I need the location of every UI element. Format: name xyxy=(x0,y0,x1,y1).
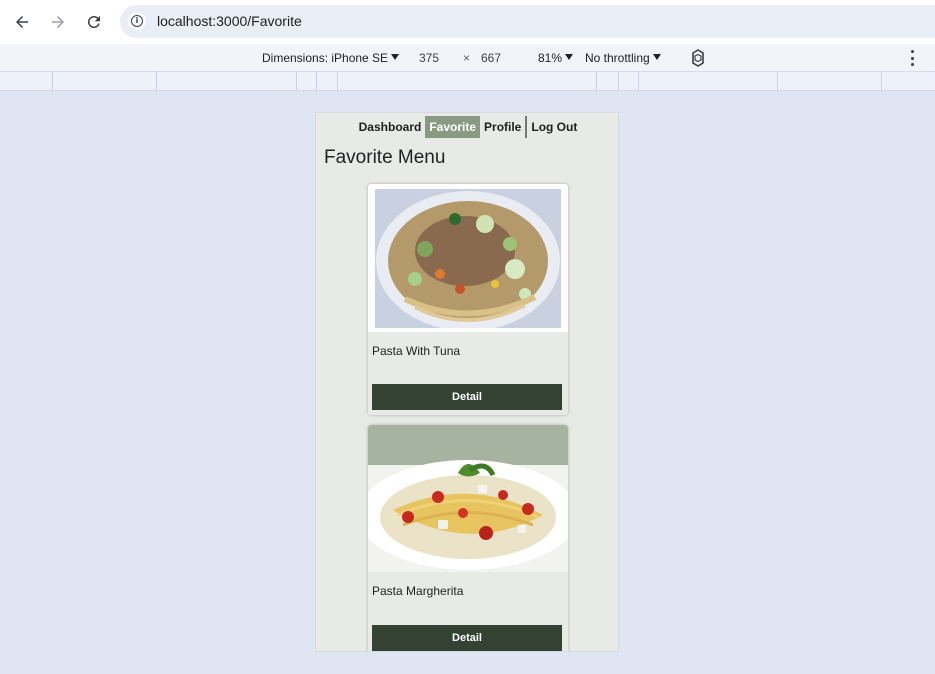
detail-button[interactable]: Detail xyxy=(372,384,562,410)
caret-down-icon xyxy=(652,54,661,60)
caret-down-icon xyxy=(565,54,574,60)
detail-button[interactable]: Detail xyxy=(372,625,562,651)
menu-card: Pasta Margherita Detail xyxy=(368,425,568,651)
app-nav: Dashboard Favorite Profile Log Out xyxy=(316,116,618,138)
device-viewport: Dashboard Favorite Profile Log Out Favor… xyxy=(315,112,619,652)
nav-profile[interactable]: Profile xyxy=(480,116,525,138)
nav-dashboard[interactable]: Dashboard xyxy=(355,116,426,138)
nav-favorite[interactable]: Favorite xyxy=(425,116,481,138)
dish-name: Pasta Margherita xyxy=(372,584,464,598)
times-separator: × xyxy=(463,51,471,65)
caret-down-icon xyxy=(391,54,400,60)
menu-card: Pasta With Tuna Detail xyxy=(368,184,568,415)
width-input[interactable]: 375 xyxy=(419,51,439,65)
height-input[interactable]: 667 xyxy=(481,51,501,65)
site-info-icon[interactable]: i xyxy=(128,12,146,30)
device-toolbar: Dimensions: iPhone SE 375 × 667 81% No t… xyxy=(0,44,935,72)
dish-name: Pasta With Tuna xyxy=(372,344,461,358)
zoom-select[interactable]: 81% xyxy=(538,51,574,65)
device-dimensions-select[interactable]: Dimensions: iPhone SE xyxy=(262,51,400,65)
rotate-icon[interactable] xyxy=(688,48,708,68)
address-bar[interactable]: i localhost:3000/Favorite xyxy=(120,5,935,38)
media-query-ruler[interactable] xyxy=(0,72,935,91)
browser-toolbar: i localhost:3000/Favorite xyxy=(0,0,935,44)
dish-image xyxy=(368,184,568,332)
forward-arrow-icon[interactable] xyxy=(46,10,70,34)
page-title: Favorite Menu xyxy=(324,147,446,168)
back-arrow-icon[interactable] xyxy=(10,10,34,34)
dish-image xyxy=(368,425,568,572)
nav-logout[interactable]: Log Out xyxy=(525,116,581,138)
more-options-icon[interactable] xyxy=(906,50,918,66)
reload-icon[interactable] xyxy=(82,10,106,34)
url-text[interactable]: localhost:3000/Favorite xyxy=(157,13,302,29)
throttling-select[interactable]: No throttling xyxy=(585,51,661,65)
